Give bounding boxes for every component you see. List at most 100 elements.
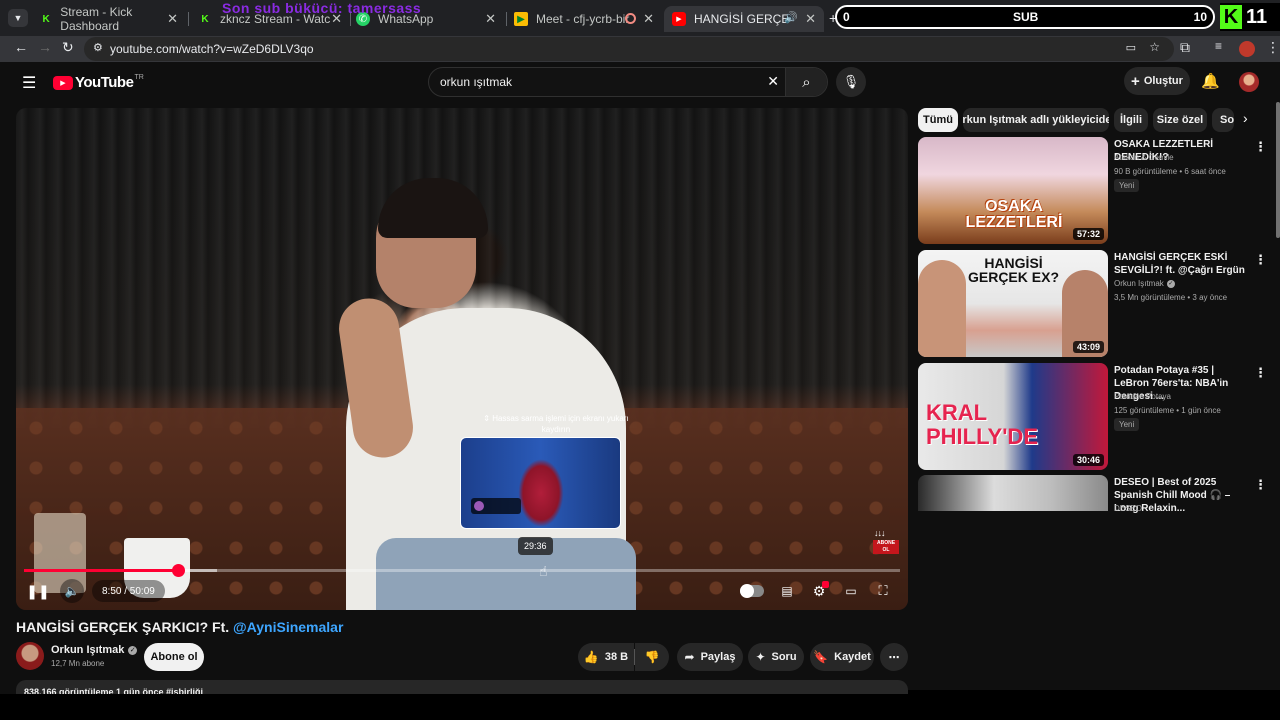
recording-icon: [625, 13, 636, 24]
video-title-text: HANGİSİ GERÇEK ŞARKICI? Ft.: [16, 619, 234, 635]
browser-menu-icon[interactable]: ⋮: [1266, 39, 1280, 56]
create-button[interactable]: + Oluştur: [1124, 67, 1190, 95]
youtube-header: ☰ ▶ YouTube TR orkun ışıtmak ✕ ⌕ 🎙 + Olu…: [0, 62, 1280, 102]
dislike-button[interactable]: 👎: [635, 643, 669, 671]
theater-mode-button[interactable]: ▭: [840, 580, 862, 602]
channel-avatar[interactable]: [16, 642, 44, 670]
filter-chip-uploader[interactable]: Orkun Işıtmak adlı yükleyiciden: [963, 108, 1109, 132]
thumbs-down-icon: 👎: [644, 650, 660, 664]
plus-icon: +: [1131, 72, 1140, 90]
address-bar[interactable]: ⚙ youtube.com/watch?v=wZeD6DLV3qo ▭ ☆: [84, 37, 1174, 61]
tab-divider: [188, 12, 189, 26]
search-input[interactable]: orkun ışıtmak: [440, 75, 512, 89]
back-arrow-icon[interactable]: ←: [14, 39, 28, 55]
channel-name-text[interactable]: Orkun Işıtmak: [1114, 279, 1164, 288]
channel-name[interactable]: Orkun Işıtmak ✓: [51, 644, 138, 656]
clear-search-icon[interactable]: ✕: [767, 73, 779, 90]
voice-search-button[interactable]: 🎙: [836, 67, 866, 97]
browser-toolbar: ← → ↻ ⚙ youtube.com/watch?v=wZeD6DLV3qo …: [0, 36, 1280, 62]
thumbnail-face-left: [918, 260, 966, 357]
filter-chip-all[interactable]: Tümü: [918, 108, 958, 132]
autoplay-toggle[interactable]: [738, 580, 766, 602]
kick-icon: K: [42, 13, 50, 25]
spotify-icon: [474, 501, 484, 511]
notifications-bell-icon[interactable]: 🔔: [1201, 72, 1220, 90]
close-tab-icon[interactable]: ✕: [643, 11, 654, 27]
chevron-down-icon: ▼: [13, 13, 23, 23]
filter-chip-label: Size özel: [1156, 114, 1204, 126]
fullscreen-button[interactable]: ⛶: [872, 580, 894, 602]
search-button[interactable]: ⌕: [785, 68, 827, 96]
recommendation-title[interactable]: HANGİSİ GERÇEK ESKİ SEVGİLİ?! ft. @Çağrı…: [1114, 251, 1249, 277]
tab-search-button[interactable]: ▼: [8, 9, 28, 27]
video-player[interactable]: ⇕ Hassas sarma işlemi için ekranı yukarı…: [16, 108, 908, 610]
pause-button[interactable]: ❚❚: [26, 580, 49, 602]
settings-button[interactable]: ⚙: [808, 580, 830, 602]
browser-tab-meet[interactable]: ▶ Meet - cfj-ycrb-bir ✕: [506, 6, 662, 32]
speaker-icon[interactable]: 🔊: [784, 11, 798, 24]
filter-chip-more[interactable]: So: [1212, 108, 1234, 132]
page-scrollbar[interactable]: [1276, 102, 1280, 238]
seek-preview-thumbnail: [460, 437, 621, 529]
hamburger-menu-icon[interactable]: ☰: [22, 73, 36, 93]
reload-icon[interactable]: ↻: [62, 39, 74, 56]
browser-tab-youtube[interactable]: ▶ HANGİSİ GERÇEK ŞARKICI? 🔊 ✕: [664, 6, 824, 32]
filter-chip-for-you[interactable]: Size özel: [1153, 108, 1207, 132]
more-horizontal-icon: ⋯: [888, 651, 900, 664]
recommendation-channel[interactable]: DESEO: [1114, 504, 1142, 513]
filter-chip-related[interactable]: İlgili: [1114, 108, 1148, 132]
kick-overlay: K 11: [1220, 3, 1280, 31]
sub-goal-bar: 0 SUB 10: [835, 5, 1215, 29]
forward-arrow-icon[interactable]: →: [38, 39, 52, 55]
save-button[interactable]: 🔖 Kaydet: [810, 643, 874, 671]
volume-button[interactable]: 🔈: [60, 579, 84, 603]
browser-tab-kick-dashboard[interactable]: K Stream - Kick Dashboard ✕: [32, 5, 186, 33]
channel-name-text[interactable]: Orkun Işıtmak: [51, 644, 124, 656]
close-tab-icon[interactable]: ✕: [485, 11, 496, 27]
ask-button[interactable]: ✦ Soru: [748, 643, 804, 671]
recommendation-thumbnail[interactable]: KRAL PHILLY'DE 30:46: [918, 363, 1108, 470]
profile-avatar[interactable]: [1239, 41, 1255, 57]
more-vertical-icon[interactable]: ⋮: [1254, 252, 1267, 268]
subtitles-button[interactable]: ▤: [776, 580, 798, 602]
recommendation-thumbnail[interactable]: HANGİSİ GERÇEK EX? 43:09: [918, 250, 1108, 357]
like-button[interactable]: 👍 38 B: [578, 643, 634, 671]
recommendation-thumbnail[interactable]: [918, 475, 1108, 511]
kick-count: 11: [1246, 5, 1268, 28]
chevron-right-icon[interactable]: ›: [1243, 110, 1248, 126]
recommendation-thumbnail[interactable]: OSAKA LEZZETLERİ 57:32: [918, 137, 1108, 244]
subscribe-button[interactable]: Abone ol: [144, 643, 204, 671]
search-box[interactable]: orkun ışıtmak ✕ ⌕: [428, 67, 828, 97]
close-tab-icon[interactable]: ✕: [805, 11, 816, 27]
extensions-icon[interactable]: ⧉: [1180, 39, 1190, 56]
cast-icon[interactable]: ▭: [1126, 41, 1136, 54]
recommendation-channel[interactable]: Atakan & Cemile: [1114, 153, 1174, 162]
more-vertical-icon[interactable]: ⋮: [1254, 477, 1267, 493]
taskbar-strip: [0, 694, 908, 720]
youtube-logo[interactable]: ▶ YouTube TR: [53, 74, 144, 91]
microphone-icon: 🎙: [842, 74, 860, 89]
site-info-icon[interactable]: ⚙: [93, 41, 103, 54]
url-text[interactable]: youtube.com/watch?v=wZeD6DLV3qo: [110, 42, 314, 56]
share-label: Paylaş: [700, 651, 736, 663]
tab-label: HANGİSİ GERÇEK ŞARKICI?: [694, 12, 790, 26]
theater-mode-icon: ▭: [845, 584, 857, 598]
more-vertical-icon[interactable]: ⋮: [1254, 139, 1267, 155]
arrows-down-icon: ↓↓↓: [874, 528, 885, 538]
tab-label: Meet - cfj-ycrb-bir: [536, 12, 630, 26]
account-avatar[interactable]: [1239, 72, 1259, 92]
media-control-icon[interactable]: ≡: [1215, 39, 1222, 53]
recommendation-channel[interactable]: Potadan Potaya: [1114, 392, 1171, 401]
close-tab-icon[interactable]: ✕: [167, 11, 178, 27]
youtube-play-icon: ▶: [53, 75, 73, 90]
bookmark-star-icon[interactable]: ☆: [1149, 40, 1160, 54]
progress-bar[interactable]: [24, 564, 900, 577]
recommendation-channel[interactable]: Orkun Işıtmak ✓: [1114, 279, 1175, 288]
subscribe-corner-badge[interactable]: ↓↓↓ ABONE OL: [873, 528, 899, 556]
more-actions-button[interactable]: ⋯: [880, 643, 908, 671]
more-vertical-icon[interactable]: ⋮: [1254, 365, 1267, 381]
youtube-wordmark: YouTube: [75, 74, 134, 91]
video-title-mention-link[interactable]: @AyniSinemalar: [233, 619, 343, 635]
meet-icon: ▶: [514, 12, 528, 26]
share-button[interactable]: ➦ Paylaş: [677, 643, 743, 671]
